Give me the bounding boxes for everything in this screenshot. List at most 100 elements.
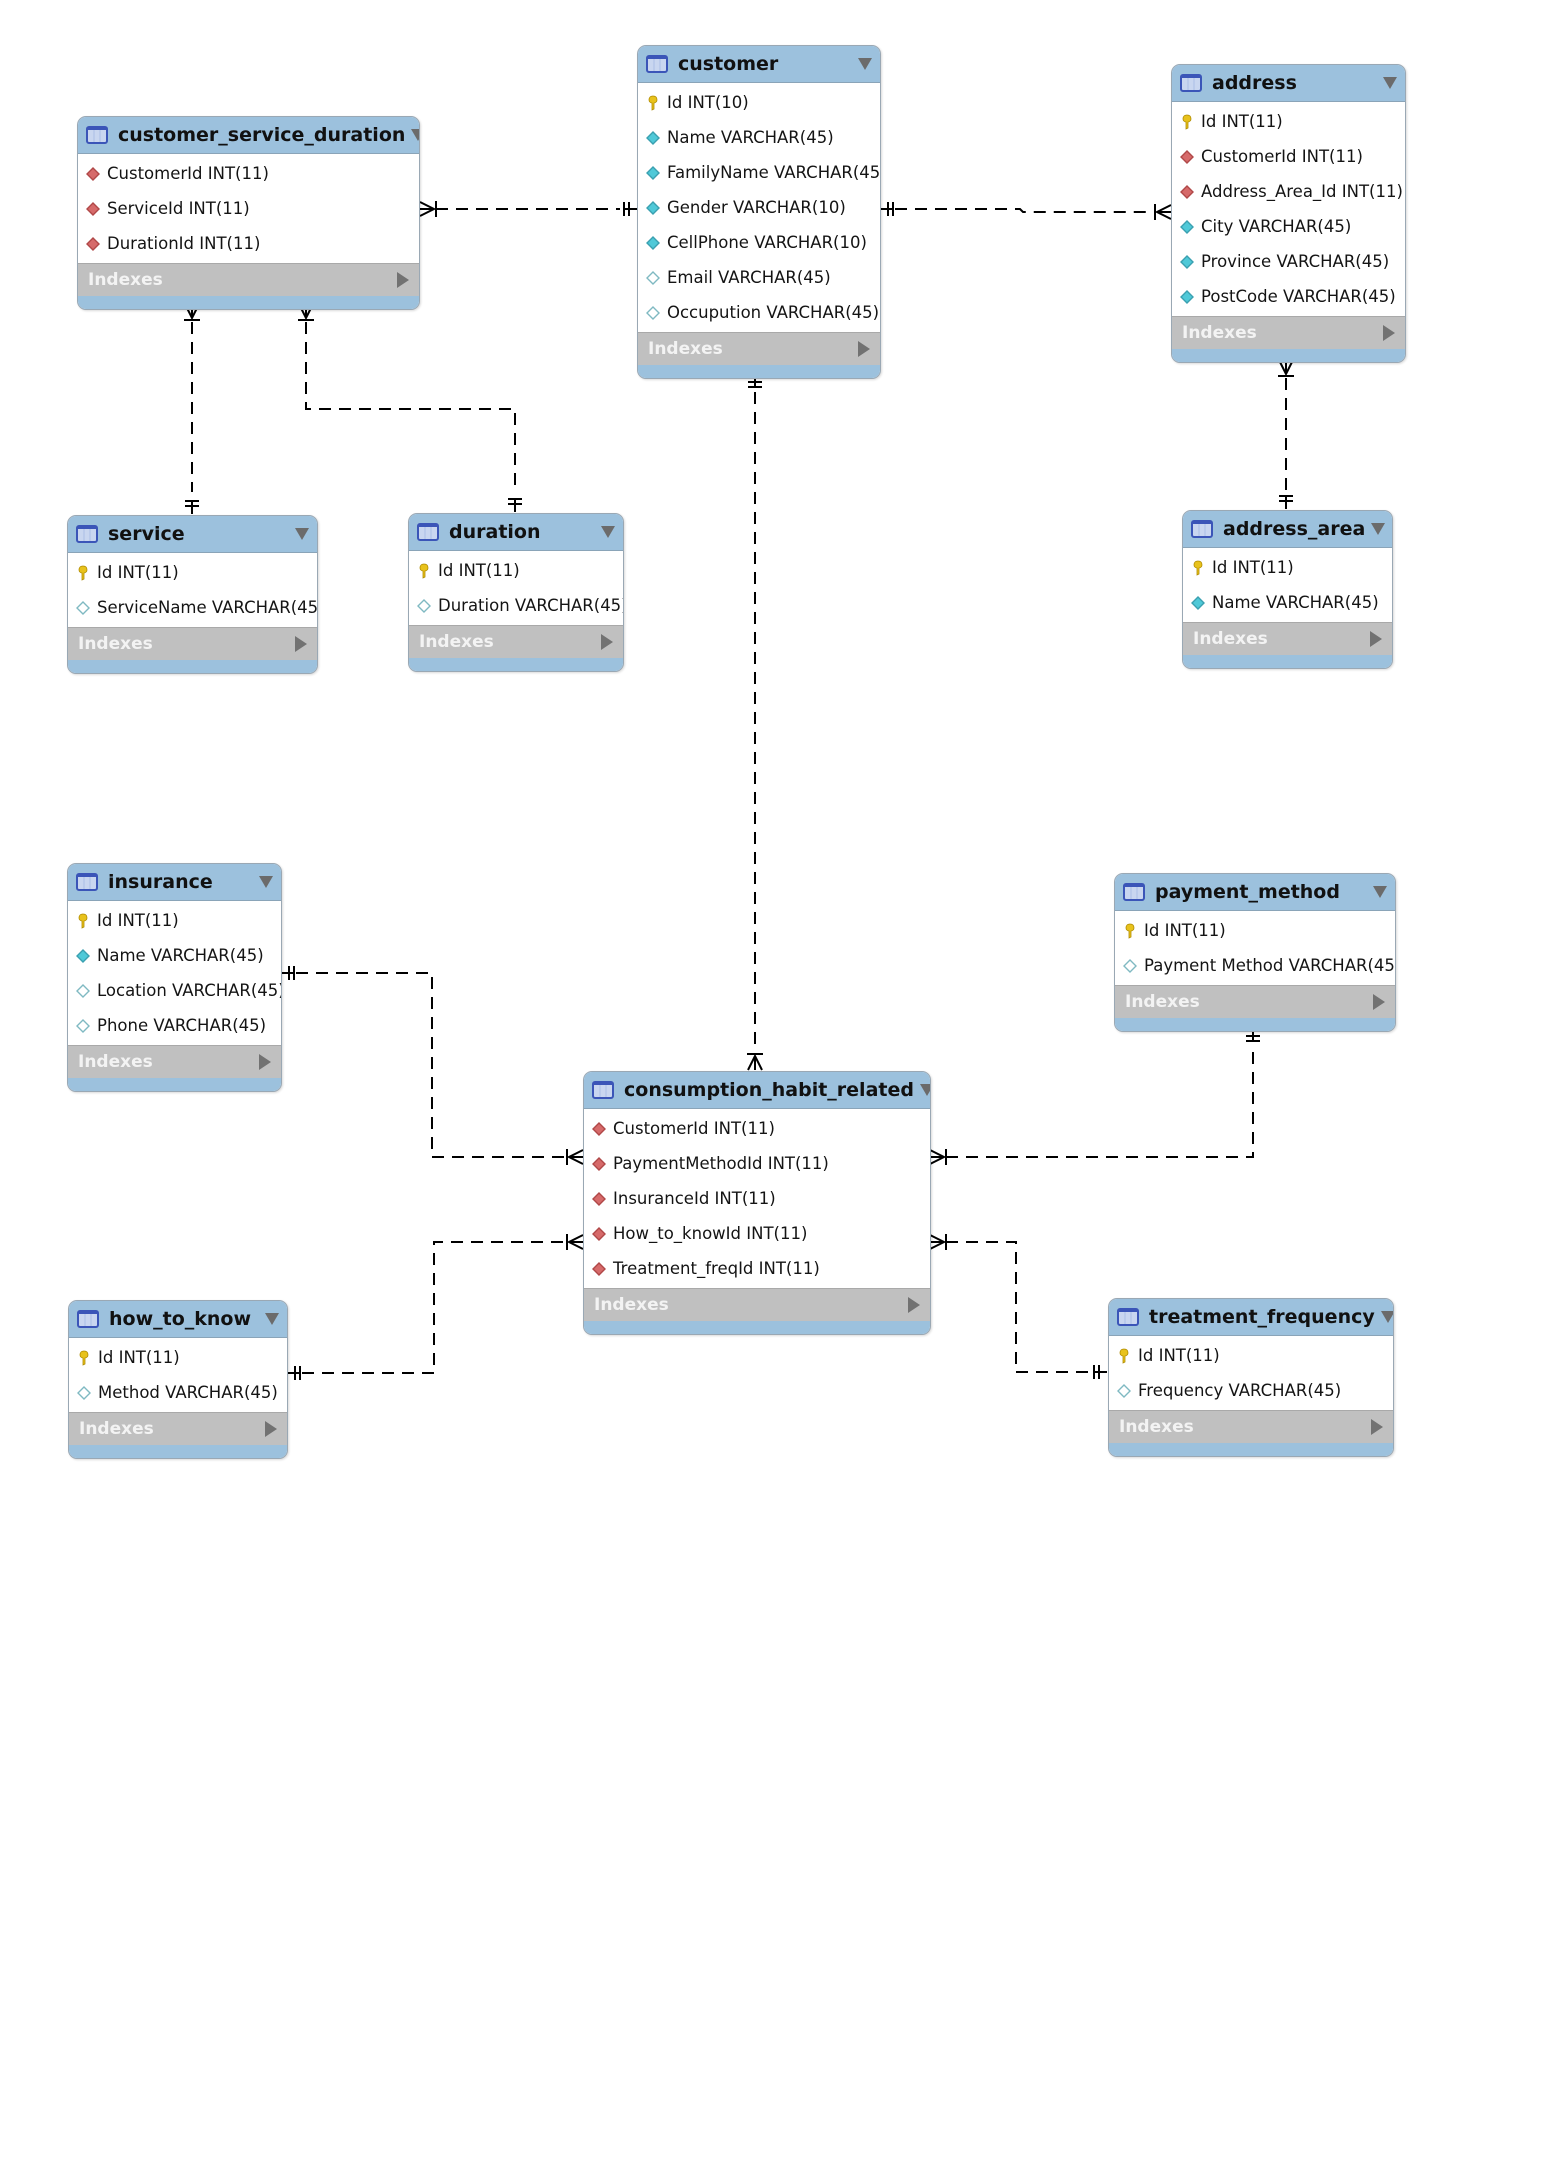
column-row[interactable]: Method VARCHAR(45) bbox=[69, 1375, 287, 1410]
collapse-caret-icon[interactable] bbox=[295, 528, 309, 540]
column-row[interactable]: Name VARCHAR(45) bbox=[68, 938, 281, 973]
collapse-caret-icon[interactable] bbox=[1371, 523, 1386, 535]
column-row[interactable]: Name VARCHAR(45) bbox=[638, 120, 880, 155]
relationship-line-csd-duration[interactable] bbox=[305, 322, 516, 490]
indexes-section[interactable]: Indexes bbox=[1183, 622, 1392, 655]
column-row[interactable]: Id INT(11) bbox=[68, 555, 317, 590]
column-row[interactable]: Id INT(11) bbox=[1109, 1338, 1393, 1373]
column-row[interactable]: Id INT(11) bbox=[1172, 104, 1405, 139]
expand-arrow-icon[interactable] bbox=[1371, 1419, 1383, 1435]
column-row[interactable]: Id INT(11) bbox=[69, 1340, 287, 1375]
table-customer[interactable]: customer Id INT(10) Name VARCHAR(45) Family… bbox=[637, 45, 881, 379]
table-header[interactable]: insurance bbox=[68, 864, 281, 901]
table-consumption-habit-related[interactable]: consumption_habit_related CustomerId INT(… bbox=[583, 1071, 931, 1335]
column-row[interactable]: Id INT(11) bbox=[1115, 913, 1395, 948]
column-row[interactable]: Phone VARCHAR(45) bbox=[68, 1008, 281, 1043]
column-row[interactable]: Treatment_freqId INT(11) bbox=[584, 1251, 930, 1286]
table-service[interactable]: service Id INT(11) ServiceName VARCHAR(45)… bbox=[67, 515, 318, 674]
column-row[interactable]: CustomerId INT(11) bbox=[78, 156, 419, 191]
expand-arrow-icon[interactable] bbox=[601, 634, 613, 650]
expand-arrow-icon[interactable] bbox=[259, 1054, 271, 1070]
column-row[interactable]: ServiceName VARCHAR(45) bbox=[68, 590, 317, 625]
column-row[interactable]: PostCode VARCHAR(45) bbox=[1172, 279, 1405, 314]
collapse-caret-icon[interactable] bbox=[411, 129, 419, 141]
table-header[interactable]: duration bbox=[409, 514, 623, 551]
column-row[interactable]: Id INT(11) bbox=[409, 553, 623, 588]
indexes-section[interactable]: Indexes bbox=[1172, 316, 1405, 349]
table-header[interactable]: customer_service_duration bbox=[78, 117, 419, 154]
column-row[interactable]: CellPhone VARCHAR(10) bbox=[638, 225, 880, 260]
table-header[interactable]: customer bbox=[638, 46, 880, 83]
indexes-section[interactable]: Indexes bbox=[68, 627, 317, 660]
table-customer-service-duration[interactable]: customer_service_duration CustomerId INT(… bbox=[77, 116, 420, 310]
expand-arrow-icon[interactable] bbox=[265, 1421, 277, 1437]
table-treatment-frequency[interactable]: treatment_frequency Id INT(11) Frequency V… bbox=[1108, 1298, 1394, 1457]
table-header[interactable]: payment_method bbox=[1115, 874, 1395, 911]
column-row[interactable]: Address_Area_Id INT(11) bbox=[1172, 174, 1405, 209]
column-row[interactable]: Id INT(11) bbox=[68, 903, 281, 938]
table-header[interactable]: consumption_habit_related bbox=[584, 1072, 930, 1109]
table-header[interactable]: address bbox=[1172, 65, 1405, 102]
column-row[interactable]: Email VARCHAR(45) bbox=[638, 260, 880, 295]
column-row[interactable]: CustomerId INT(11) bbox=[584, 1111, 930, 1146]
indexes-section[interactable]: Indexes bbox=[638, 332, 880, 365]
relationship-line-treatmentfreq-chr[interactable] bbox=[946, 1241, 1092, 1373]
collapse-caret-icon[interactable] bbox=[1380, 1311, 1393, 1323]
collapse-caret-icon[interactable] bbox=[1373, 886, 1387, 898]
column-row[interactable]: Gender VARCHAR(10) bbox=[638, 190, 880, 225]
table-header[interactable]: how_to_know bbox=[69, 1301, 287, 1338]
collapse-caret-icon[interactable] bbox=[259, 876, 273, 888]
column-row[interactable]: Frequency VARCHAR(45) bbox=[1109, 1373, 1393, 1408]
column-row[interactable]: Location VARCHAR(45) bbox=[68, 973, 281, 1008]
collapse-caret-icon[interactable] bbox=[601, 526, 615, 538]
table-payment-method[interactable]: payment_method Id INT(11) Payment Method V… bbox=[1114, 873, 1396, 1032]
indexes-section[interactable]: Indexes bbox=[409, 625, 623, 658]
indexes-label: Indexes bbox=[79, 1419, 154, 1439]
column-row[interactable]: Province VARCHAR(45) bbox=[1172, 244, 1405, 279]
expand-arrow-icon[interactable] bbox=[295, 636, 307, 652]
relationship-line-insurance-chr[interactable] bbox=[296, 972, 565, 1158]
table-address-area[interactable]: address_area Id INT(11) Name VARCHAR(45) In… bbox=[1182, 510, 1393, 669]
column-row[interactable]: City VARCHAR(45) bbox=[1172, 209, 1405, 244]
column-row[interactable]: Name VARCHAR(45) bbox=[1183, 585, 1392, 620]
table-address[interactable]: address Id INT(11) CustomerId INT(11) Addre… bbox=[1171, 64, 1406, 363]
column-row[interactable]: DurationId INT(11) bbox=[78, 226, 419, 261]
column-row[interactable]: Id INT(11) bbox=[1183, 550, 1392, 585]
indexes-section[interactable]: Indexes bbox=[68, 1045, 281, 1078]
expand-arrow-icon[interactable] bbox=[397, 272, 409, 288]
table-duration[interactable]: duration Id INT(11) Duration VARCHAR(45) In… bbox=[408, 513, 624, 672]
column-row[interactable]: How_to_knowId INT(11) bbox=[584, 1216, 930, 1251]
table-how-to-know[interactable]: how_to_know Id INT(11) Method VARCHAR(45) I… bbox=[68, 1300, 288, 1459]
one-marker-icon bbox=[185, 500, 199, 514]
column-row[interactable]: PaymentMethodId INT(11) bbox=[584, 1146, 930, 1181]
relationship-line-customer-address[interactable] bbox=[895, 208, 1152, 213]
expand-arrow-icon[interactable] bbox=[858, 341, 870, 357]
expand-arrow-icon[interactable] bbox=[908, 1297, 920, 1313]
relationship-line-paymentmethod-chr[interactable] bbox=[946, 1048, 1254, 1158]
expand-arrow-icon[interactable] bbox=[1383, 325, 1395, 341]
table-insurance[interactable]: insurance Id INT(11) Name VARCHAR(45) Locat… bbox=[67, 863, 282, 1092]
column-row[interactable]: ServiceId INT(11) bbox=[78, 191, 419, 226]
indexes-section[interactable]: Indexes bbox=[584, 1288, 930, 1321]
indexes-section[interactable]: Indexes bbox=[1109, 1410, 1393, 1443]
expand-arrow-icon[interactable] bbox=[1373, 994, 1385, 1010]
collapse-caret-icon[interactable] bbox=[858, 58, 872, 70]
indexes-section[interactable]: Indexes bbox=[1115, 985, 1395, 1018]
column-row[interactable]: FamilyName VARCHAR(45) bbox=[638, 155, 880, 190]
indexes-section[interactable]: Indexes bbox=[69, 1412, 287, 1445]
relationship-line-howtoknow-chr[interactable] bbox=[302, 1241, 565, 1374]
column-row[interactable]: CustomerId INT(11) bbox=[1172, 139, 1405, 174]
column-row[interactable]: Payment Method VARCHAR(45) bbox=[1115, 948, 1395, 983]
column-row[interactable]: Occupution VARCHAR(45) bbox=[638, 295, 880, 330]
collapse-caret-icon[interactable] bbox=[265, 1313, 279, 1325]
table-header[interactable]: treatment_frequency bbox=[1109, 1299, 1393, 1336]
collapse-caret-icon[interactable] bbox=[1383, 77, 1397, 89]
table-header[interactable]: address_area bbox=[1183, 511, 1392, 548]
expand-arrow-icon[interactable] bbox=[1370, 631, 1382, 647]
collapse-caret-icon[interactable] bbox=[919, 1084, 930, 1096]
column-row[interactable]: Id INT(10) bbox=[638, 85, 880, 120]
column-row[interactable]: Duration VARCHAR(45) bbox=[409, 588, 623, 623]
column-row[interactable]: InsuranceId INT(11) bbox=[584, 1181, 930, 1216]
table-header[interactable]: service bbox=[68, 516, 317, 553]
indexes-section[interactable]: Indexes bbox=[78, 263, 419, 296]
